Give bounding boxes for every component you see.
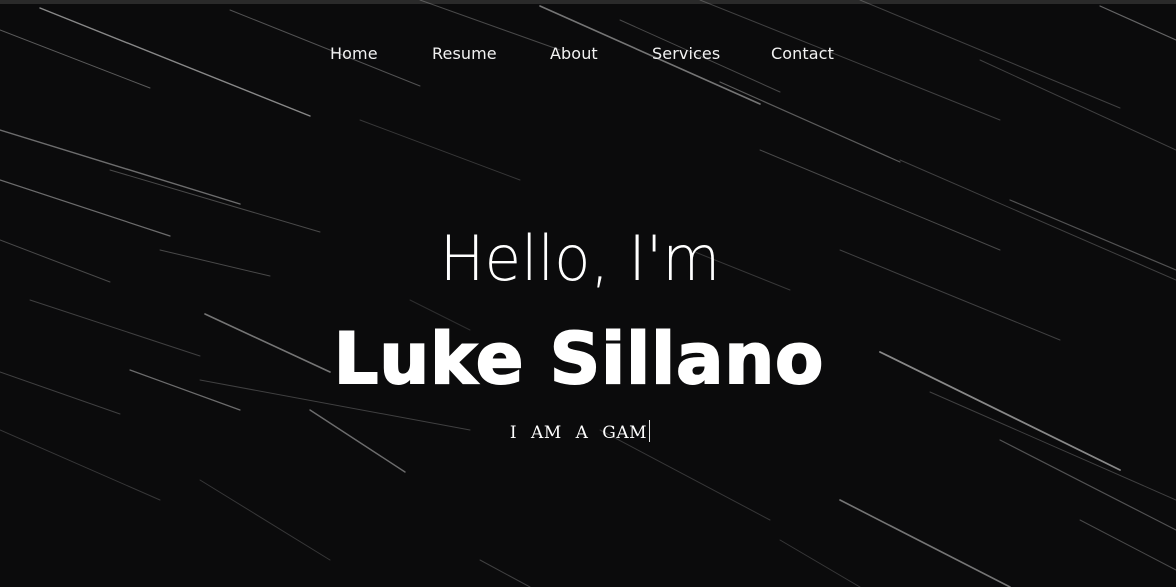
hero-greeting: Hello, I'm: [439, 222, 721, 295]
typed-text: I AM A GAM: [509, 423, 648, 443]
main-nav: Home Resume About Services Contact: [0, 0, 1176, 108]
hero-typed-line: I AM A GAM: [0, 420, 1160, 443]
nav-link-services[interactable]: Services: [652, 44, 720, 63]
typing-cursor: [649, 420, 651, 442]
nav-link-about[interactable]: About: [550, 44, 598, 63]
nav-link-resume[interactable]: Resume: [432, 44, 497, 63]
nav-link-contact[interactable]: Contact: [771, 44, 834, 63]
hero-name: Luke Sillano: [333, 317, 825, 401]
hero-page: Home Resume About Services Contact Hello…: [0, 0, 1176, 587]
nav-link-home[interactable]: Home: [330, 44, 378, 63]
